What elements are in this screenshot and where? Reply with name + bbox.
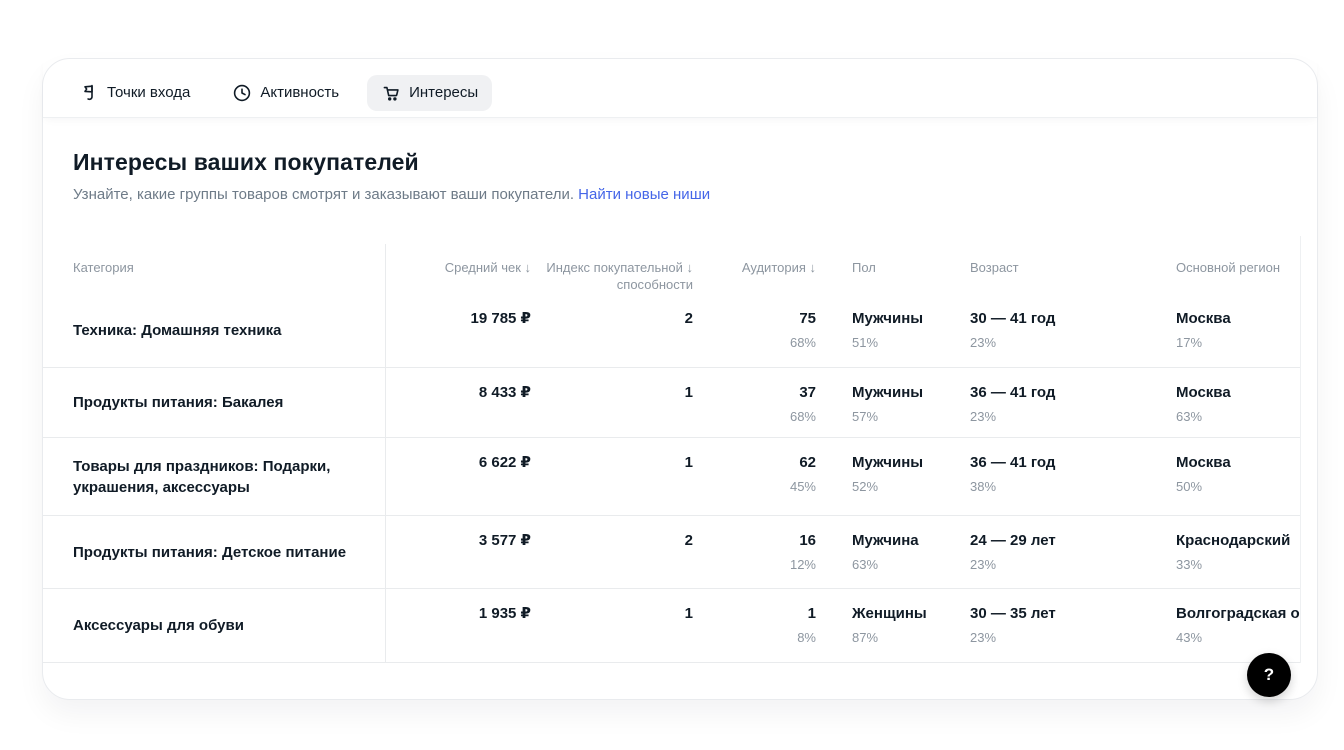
cell-audience: 3768% bbox=[693, 368, 816, 437]
cell-power_index: 1 bbox=[531, 368, 693, 437]
cell-region: Краснодарский33% bbox=[1140, 516, 1300, 588]
cell-age: 36 — 41 год23% bbox=[934, 368, 1140, 437]
cell-region: Москва63% bbox=[1140, 368, 1300, 437]
column-header-age: Возраст bbox=[934, 244, 1140, 294]
analytics-card: Точки входа Активность Интересы Интересы в… bbox=[42, 58, 1318, 700]
cell-avg_check: 3 577 ₽ bbox=[386, 516, 531, 588]
interests-table: КатегорияСредний чек ↓Индекс покупательн… bbox=[43, 236, 1301, 663]
column-header-avg_check[interactable]: Средний чек ↓ bbox=[386, 244, 531, 294]
cell-avg_check: 1 935 ₽ bbox=[386, 589, 531, 662]
cell-region: Москва17% bbox=[1140, 294, 1300, 367]
cell-avg_check: 8 433 ₽ bbox=[386, 368, 531, 437]
cell-category: Техника: Домашняя техника bbox=[43, 294, 386, 367]
cart-icon bbox=[381, 83, 401, 103]
cell-age: 36 — 41 год38% bbox=[934, 438, 1140, 515]
tab-активность[interactable]: Активность bbox=[218, 75, 353, 111]
page-subtitle: Узнайте, какие группы товаров смотрят и … bbox=[73, 185, 1287, 205]
cell-power_index: 1 bbox=[531, 589, 693, 662]
page-subtitle-text: Узнайте, какие группы товаров смотрят и … bbox=[73, 186, 574, 203]
tab-bar: Точки входа Активность Интересы bbox=[43, 59, 1317, 118]
column-header-audience[interactable]: Аудитория ↓ bbox=[693, 244, 816, 294]
column-header-power_index[interactable]: Индекс покупательной ↓способности bbox=[531, 244, 693, 294]
cell-category: Товары для праздников: Подарки, украшени… bbox=[43, 438, 386, 515]
column-header-gender: Пол bbox=[816, 244, 934, 294]
clock-icon bbox=[232, 83, 252, 103]
cell-power_index: 1 bbox=[531, 438, 693, 515]
cell-age: 24 — 29 лет23% bbox=[934, 516, 1140, 588]
column-header-region: Основной регион bbox=[1140, 244, 1300, 294]
table-row: Техника: Домашняя техника19 785 ₽27568%М… bbox=[43, 294, 1300, 368]
cell-gender: Мужчины57% bbox=[816, 368, 934, 437]
question-mark-icon: ? bbox=[1264, 665, 1274, 685]
cell-audience: 7568% bbox=[693, 294, 816, 367]
page: Точки входа Активность Интересы Интересы в… bbox=[0, 0, 1344, 750]
cell-age: 30 — 41 год23% bbox=[934, 294, 1140, 367]
cell-gender: Мужчины51% bbox=[816, 294, 934, 367]
table-row: Продукты питания: Бакалея8 433 ₽13768%Му… bbox=[43, 368, 1300, 438]
cell-gender: Мужчина63% bbox=[816, 516, 934, 588]
cell-category: Аксессуары для обуви bbox=[43, 589, 386, 662]
cell-audience: 18% bbox=[693, 589, 816, 662]
tab-label: Точки входа bbox=[107, 83, 190, 103]
table-body: Техника: Домашняя техника19 785 ₽27568%М… bbox=[43, 294, 1300, 663]
tab-интересы[interactable]: Интересы bbox=[367, 75, 492, 111]
table-header-row: КатегорияСредний чек ↓Индекс покупательн… bbox=[43, 236, 1300, 294]
cell-gender: Мужчины52% bbox=[816, 438, 934, 515]
cell-audience: 6245% bbox=[693, 438, 816, 515]
tab-точки-входа[interactable]: Точки входа bbox=[65, 75, 204, 111]
cell-region: Волгоградская о43% bbox=[1140, 589, 1300, 662]
cell-gender: Женщины87% bbox=[816, 589, 934, 662]
help-button[interactable]: ? bbox=[1247, 653, 1291, 697]
column-header-category: Категория bbox=[43, 244, 386, 294]
cell-age: 30 — 35 лет23% bbox=[934, 589, 1140, 662]
cell-category: Продукты питания: Детское питание bbox=[43, 516, 386, 588]
cell-region: Москва50% bbox=[1140, 438, 1300, 515]
cell-avg_check: 19 785 ₽ bbox=[386, 294, 531, 367]
table-row: Аксессуары для обуви1 935 ₽118%Женщины87… bbox=[43, 589, 1300, 663]
flag-icon bbox=[79, 83, 99, 103]
tab-label: Интересы bbox=[409, 83, 478, 103]
cell-power_index: 2 bbox=[531, 294, 693, 367]
find-niches-link[interactable]: Найти новые ниши bbox=[578, 186, 710, 203]
cell-power_index: 2 bbox=[531, 516, 693, 588]
table-row: Товары для праздников: Подарки, украшени… bbox=[43, 438, 1300, 516]
cell-category: Продукты питания: Бакалея bbox=[43, 368, 386, 437]
cell-avg_check: 6 622 ₽ bbox=[386, 438, 531, 515]
interests-section: Интересы ваших покупателей Узнайте, каки… bbox=[43, 118, 1317, 663]
tab-label: Активность bbox=[260, 83, 339, 103]
table-row: Продукты питания: Детское питание3 577 ₽… bbox=[43, 516, 1300, 589]
page-title: Интересы ваших покупателей bbox=[73, 148, 1287, 176]
cell-audience: 1612% bbox=[693, 516, 816, 588]
